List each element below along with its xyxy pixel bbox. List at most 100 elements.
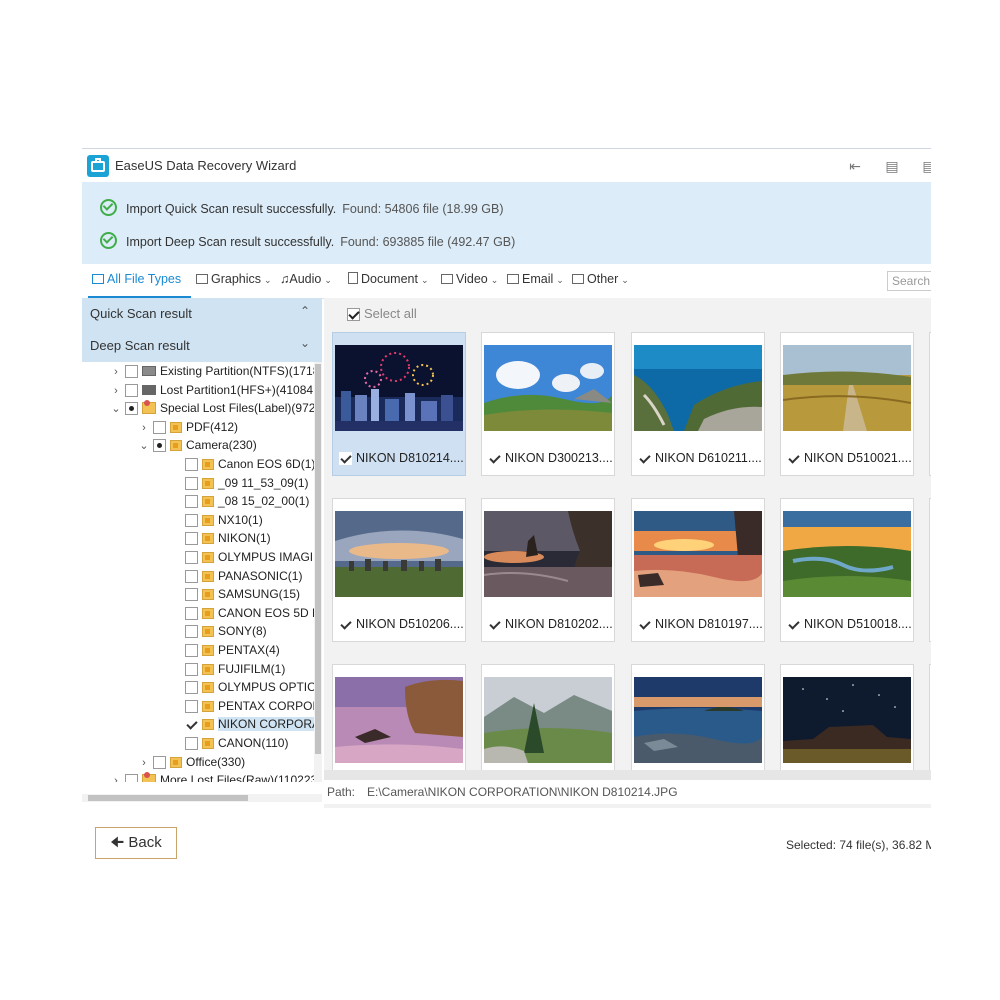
file-thumbnail-card[interactable]: NIKON D810202.... — [481, 498, 615, 642]
checkbox[interactable] — [153, 439, 166, 453]
file-thumbnail-card[interactable]: NIKON D300213.... — [481, 332, 615, 476]
chevron-right-icon[interactable]: › — [138, 754, 150, 772]
tree-item[interactable]: › PDF(412) — [138, 418, 238, 436]
tree-item[interactable]: ⌄ Special Lost Files(Label)(972) — [110, 399, 319, 417]
tab-all-file-types[interactable]: All File Types — [87, 272, 192, 298]
tree-item[interactable]: ⌄ Camera(230) — [138, 436, 257, 454]
tree-item[interactable]: SONY(8) — [182, 622, 267, 640]
checkbox[interactable] — [638, 618, 651, 631]
search-input[interactable]: Search — [887, 271, 931, 291]
file-label[interactable]: NIKON D510206.... — [339, 617, 464, 631]
checkbox[interactable] — [185, 681, 198, 695]
checkbox[interactable] — [185, 551, 198, 564]
quick-scan-header[interactable]: Quick Scan result ⌃ — [82, 298, 322, 330]
tab-graphics[interactable]: Graphics ⌄ — [196, 272, 272, 286]
tree-item[interactable]: FUJIFILM(1) — [182, 660, 285, 678]
deep-scan-header[interactable]: Deep Scan result ⌄ — [82, 330, 322, 362]
tree-item[interactable]: PENTAX(4) — [182, 641, 280, 659]
checkbox[interactable] — [339, 452, 352, 465]
checkbox[interactable] — [125, 365, 138, 378]
file-label[interactable]: NIKON D810214.... — [339, 451, 464, 465]
checkbox[interactable] — [185, 625, 198, 639]
file-thumbnail-card[interactable] — [481, 664, 615, 770]
checkbox[interactable] — [787, 452, 800, 465]
checkbox[interactable] — [185, 588, 198, 602]
checkbox[interactable] — [185, 569, 198, 583]
file-thumbnail-card[interactable] — [929, 498, 931, 642]
menu-icon[interactable]: ▤ — [918, 155, 931, 177]
checkbox[interactable] — [339, 618, 352, 631]
scrollbar-thumb[interactable] — [88, 795, 248, 801]
chevron-right-icon[interactable]: › — [110, 363, 122, 381]
feedback-icon[interactable]: ▤ — [881, 155, 903, 177]
checkbox[interactable] — [125, 402, 138, 416]
checkbox[interactable] — [185, 662, 198, 676]
file-label[interactable]: NIKON D810202.... — [488, 617, 613, 631]
checkbox[interactable] — [787, 618, 800, 631]
chevron-down-icon[interactable]: ⌄ — [138, 437, 150, 455]
tree-item[interactable]: › Existing Partition(NTFS)(1718 — [110, 362, 319, 380]
checkbox[interactable] — [153, 420, 166, 434]
tree-vertical-scrollbar[interactable] — [314, 362, 322, 782]
chevron-down-icon[interactable]: ⌄ — [110, 400, 122, 418]
checkbox[interactable] — [125, 383, 138, 397]
checkbox[interactable] — [488, 618, 501, 631]
file-thumbnail-card[interactable]: NIKON D810214.... — [332, 332, 466, 476]
tree-item[interactable]: OLYMPUS OPTICA — [182, 678, 322, 696]
checkbox[interactable] — [185, 458, 198, 471]
back-button[interactable]: 🠈 Back — [95, 827, 177, 859]
file-thumbnail-card[interactable] — [631, 664, 765, 770]
tree-item[interactable]: CANON(110) — [182, 734, 288, 752]
file-label[interactable]: NIKON D510021.... — [787, 451, 912, 465]
file-thumbnail-card[interactable] — [332, 664, 466, 770]
select-all-checkbox[interactable]: Select all — [344, 306, 417, 321]
checkbox[interactable] — [185, 718, 198, 732]
chevron-right-icon[interactable]: › — [138, 419, 150, 437]
checkbox[interactable] — [185, 532, 198, 546]
tree-item[interactable]: OLYMPUS IMAGIN — [182, 548, 322, 566]
file-thumbnail-card[interactable]: NIKON D810197.... — [631, 498, 765, 642]
tree-item[interactable]: NIKON CORPORAT — [182, 715, 322, 733]
checkbox[interactable] — [638, 452, 651, 465]
checkbox[interactable] — [185, 644, 198, 657]
tab-audio[interactable]: ♫Audio ⌄ — [280, 272, 332, 286]
tree-item[interactable]: SAMSUNG(15) — [182, 585, 300, 603]
checkbox[interactable] — [185, 495, 198, 509]
tree-item[interactable]: NX10(1) — [182, 511, 263, 529]
chevron-right-icon[interactable]: › — [110, 772, 122, 782]
tab-other[interactable]: Other ⌄ — [572, 272, 629, 286]
checkbox[interactable] — [185, 513, 198, 527]
checkbox[interactable] — [153, 755, 166, 769]
file-thumbnail-card[interactable]: NIKON D510021.... — [780, 332, 914, 476]
tree-item[interactable]: _09 11_53_09(1) — [182, 474, 309, 492]
checkbox[interactable] — [185, 737, 198, 750]
tree-item[interactable]: PANASONIC(1) — [182, 567, 302, 585]
tree-item[interactable]: › More Lost Files(Raw)(110223 — [110, 771, 317, 782]
checkbox[interactable] — [488, 452, 501, 465]
tree-item[interactable]: Canon EOS 6D(1) — [182, 455, 315, 473]
tree-item[interactable]: PENTAX CORPORA — [182, 697, 322, 715]
file-label[interactable]: NIKON D810197.... — [638, 617, 763, 631]
checkbox[interactable] — [185, 476, 198, 490]
file-thumbnail-card[interactable] — [929, 332, 931, 476]
tree-item[interactable]: › Office(330) — [138, 753, 245, 771]
file-thumbnail-card[interactable]: NIKON D510018.... — [780, 498, 914, 642]
tab-document[interactable]: Document ⌄ — [348, 272, 429, 286]
file-thumbnail-card[interactable]: NIKON D510206.... — [332, 498, 466, 642]
tab-email[interactable]: Email ⌄ — [507, 272, 564, 286]
checkbox[interactable] — [125, 774, 138, 782]
file-label[interactable]: NIKON D300213.... — [488, 451, 613, 465]
chevron-right-icon[interactable]: › — [110, 382, 122, 400]
checkbox[interactable] — [185, 606, 198, 620]
file-label[interactable]: NIKON D610211.... — [638, 451, 762, 465]
tree-horizontal-scrollbar[interactable] — [82, 794, 322, 802]
tree-item[interactable]: _08 15_02_00(1) — [182, 492, 309, 510]
checkbox[interactable] — [347, 308, 360, 321]
tree-item[interactable]: › Lost Partition1(HFS+)(41084 — [110, 381, 313, 399]
tree-item[interactable]: CANON EOS 5D M — [182, 604, 322, 622]
file-thumbnail-card[interactable] — [929, 664, 931, 770]
file-label[interactable]: NIKON D510018.... — [787, 617, 912, 631]
tab-video[interactable]: Video ⌄ — [441, 272, 498, 286]
tree-item[interactable]: NIKON(1) — [182, 529, 271, 547]
export-icon[interactable]: ⇤ — [844, 155, 866, 177]
